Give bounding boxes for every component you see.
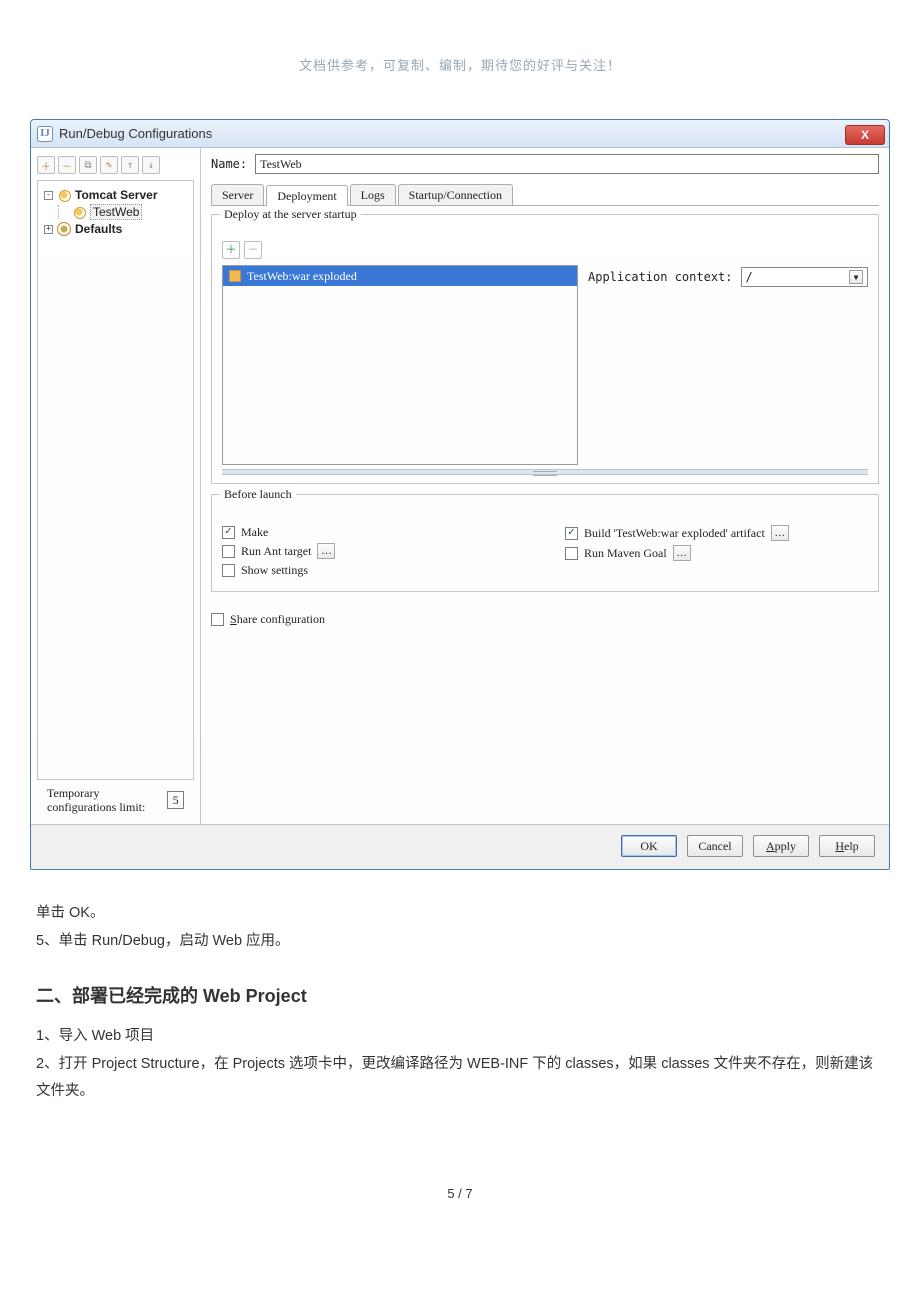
artifact-list[interactable]: TestWeb:war exploded [222, 265, 578, 465]
before-launch-legend: Before launch [220, 487, 296, 501]
run-ant-label: Run Ant target [241, 544, 311, 558]
dialog-title: Run/Debug Configurations [59, 126, 212, 141]
tree-label: Tomcat Server [75, 188, 157, 202]
checkbox-icon[interactable] [565, 547, 578, 560]
collapse-icon[interactable]: - [44, 191, 53, 200]
dialog-titlebar: IJ Run/Debug Configurations X [31, 120, 889, 148]
close-button[interactable]: X [845, 125, 885, 145]
apply-button[interactable]: Apply [753, 835, 809, 857]
tomcat-icon [57, 188, 71, 202]
tomcat-icon [72, 205, 86, 219]
text-line: 2、打开 Project Structure，在 Projects 选项卡中，更… [36, 1051, 884, 1106]
tree-label: TestWeb [90, 204, 142, 220]
remove-artifact-button[interactable]: － [244, 241, 262, 259]
app-context-select[interactable]: / ▼ [741, 267, 869, 287]
artifact-label: TestWeb:war exploded [247, 268, 357, 284]
config-left-panel: ＋ － ⧉ ✎ ↑ ↓ - Tomcat Server [31, 148, 201, 824]
ok-button[interactable]: OK [621, 835, 677, 857]
deploy-fieldset: Deploy at the server startup ＋ － TestWeb… [211, 214, 879, 484]
gear-icon [57, 222, 71, 236]
tab-startup-connection[interactable]: Startup/Connection [398, 184, 513, 205]
tree-label: Defaults [75, 222, 122, 236]
show-settings-label: Show settings [241, 563, 308, 577]
temp-limit-input[interactable]: 5 [167, 791, 184, 809]
show-settings-checkbox-row[interactable]: Show settings [222, 563, 525, 577]
add-artifact-button[interactable]: ＋ [222, 241, 240, 259]
name-label: Name: [211, 157, 247, 171]
move-up-button[interactable]: ↑ [121, 156, 139, 174]
config-tabs: Server Deployment Logs Startup/Connectio… [211, 184, 879, 206]
splitter-handle[interactable] [222, 469, 868, 475]
checkbox-icon[interactable] [222, 545, 235, 558]
app-context-value: / [746, 270, 753, 284]
dialog-footer: OK Cancel Apply Help [31, 824, 889, 869]
tab-logs[interactable]: Logs [350, 184, 396, 205]
page-header-note: 文档供参考，可复制、编制，期待您的好评与关注！ [0, 55, 920, 74]
text-line: 5、单击 Run/Debug，启动 Web 应用。 [36, 928, 884, 956]
run-maven-checkbox-row[interactable]: Run Maven Goal … [565, 545, 868, 561]
app-context-label: Application context: [588, 270, 733, 284]
config-name-input[interactable]: TestWeb [255, 154, 879, 174]
checkbox-checked-icon[interactable]: ✓ [222, 526, 235, 539]
cancel-button[interactable]: Cancel [687, 835, 743, 857]
copy-config-button[interactable]: ⧉ [79, 156, 97, 174]
config-tree[interactable]: - Tomcat Server TestWeb + Defaul [37, 180, 194, 780]
before-launch-fieldset: Before launch ✓ Make Run Ant target [211, 494, 879, 592]
remove-config-button[interactable]: － [58, 156, 76, 174]
run-debug-config-dialog: IJ Run/Debug Configurations X ＋ － ⧉ ✎ ↑ … [30, 119, 890, 870]
checkbox-icon[interactable] [211, 613, 224, 626]
deploy-legend: Deploy at the server startup [220, 207, 361, 221]
tab-server[interactable]: Server [211, 184, 264, 205]
move-down-button[interactable]: ↓ [142, 156, 160, 174]
temp-limit-label: Temporary configurations limit: [47, 786, 161, 814]
save-config-button[interactable]: ✎ [100, 156, 118, 174]
make-checkbox-row[interactable]: ✓ Make [222, 525, 525, 539]
tree-defaults[interactable]: + Defaults [44, 221, 189, 237]
run-maven-label: Run Maven Goal [584, 546, 667, 560]
intellij-icon: IJ [37, 126, 53, 142]
tab-deployment[interactable]: Deployment [266, 185, 347, 206]
section-heading: 二、部署已经完成的 Web Project [36, 979, 884, 1013]
help-button[interactable]: Help [819, 835, 875, 857]
document-body-text: 单击 OK。 5、单击 Run/Debug，启动 Web 应用。 二、部署已经完… [36, 900, 884, 1106]
build-artifact-label: Build 'TestWeb:war exploded' artifact [584, 526, 765, 540]
ellipsis-button[interactable]: … [771, 525, 789, 541]
share-label: Share configuration [230, 612, 325, 626]
artifact-item[interactable]: TestWeb:war exploded [223, 266, 577, 286]
add-config-button[interactable]: ＋ [37, 156, 55, 174]
tree-testweb[interactable]: TestWeb [44, 203, 189, 221]
config-right-panel: Name: TestWeb Server Deployment Logs Sta… [201, 148, 889, 824]
run-ant-checkbox-row[interactable]: Run Ant target … [222, 543, 525, 559]
checkbox-icon[interactable] [222, 564, 235, 577]
text-line: 1、导入 Web 项目 [36, 1023, 884, 1051]
ellipsis-button[interactable]: … [317, 543, 335, 559]
tree-tomcat-server[interactable]: - Tomcat Server [44, 187, 189, 203]
artifact-icon [229, 270, 241, 282]
expand-icon[interactable]: + [44, 225, 53, 234]
config-toolbar: ＋ － ⧉ ✎ ↑ ↓ [37, 154, 194, 180]
checkbox-checked-icon[interactable]: ✓ [565, 527, 578, 540]
make-label: Make [241, 525, 268, 539]
share-configuration-row[interactable]: Share configuration [211, 612, 879, 626]
page-number: 5 / 7 [0, 1186, 920, 1201]
build-artifact-checkbox-row[interactable]: ✓ Build 'TestWeb:war exploded' artifact … [565, 525, 868, 541]
text-line: 单击 OK。 [36, 900, 884, 928]
ellipsis-button[interactable]: … [673, 545, 691, 561]
chevron-down-icon[interactable]: ▼ [849, 270, 863, 284]
